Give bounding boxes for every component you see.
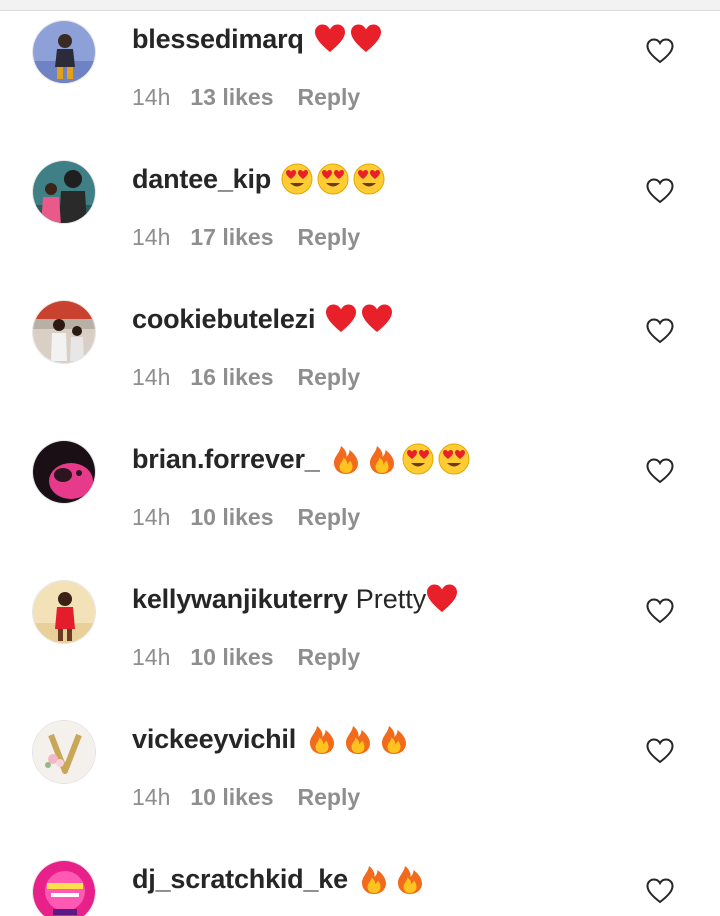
like-heart-icon[interactable] — [646, 738, 674, 764]
comment-emojis — [330, 443, 470, 475]
comment-username[interactable]: dj_scratchkid_ke — [132, 864, 348, 895]
reply-button[interactable]: Reply — [298, 84, 361, 111]
comment-username[interactable]: vickeeyvichil — [132, 724, 296, 755]
like-heart-icon[interactable] — [646, 878, 674, 904]
red-heart-icon — [314, 23, 346, 55]
comment-item: kellywanjikuterry Pretty 14h 10 likes Re… — [0, 560, 720, 700]
heart-eyes-icon — [353, 163, 385, 195]
fire-icon — [394, 863, 426, 895]
comment-username[interactable]: dantee_kip — [132, 164, 271, 195]
fire-icon — [306, 723, 338, 755]
comment-item: blessedimarq 14h 13 likes Reply — [0, 0, 720, 140]
comment-emojis — [281, 163, 385, 195]
reply-button[interactable]: Reply — [298, 224, 361, 251]
fire-icon — [378, 723, 410, 755]
fire-icon — [330, 443, 362, 475]
reply-button[interactable]: Reply — [298, 364, 361, 391]
avatar[interactable] — [32, 860, 96, 916]
comment-time: 14h — [132, 224, 171, 250]
reply-button[interactable]: Reply — [298, 504, 361, 531]
avatar[interactable] — [32, 160, 96, 224]
fire-icon — [366, 443, 398, 475]
comment-time: 14h — [132, 644, 171, 670]
like-heart-icon[interactable] — [646, 458, 674, 484]
avatar[interactable] — [32, 580, 96, 644]
red-heart-icon — [325, 303, 357, 335]
comment-time: 14h — [132, 504, 171, 530]
comment-emojis — [314, 23, 382, 55]
comment-likes[interactable]: 16 likes — [190, 364, 273, 391]
heart-eyes-icon — [281, 163, 313, 195]
heart-eyes-icon — [317, 163, 349, 195]
red-heart-icon — [426, 583, 458, 615]
avatar[interactable] — [32, 20, 96, 84]
comment-username[interactable]: kellywanjikuterry — [132, 584, 348, 615]
like-heart-icon[interactable] — [646, 178, 674, 204]
fire-icon — [358, 863, 390, 895]
fire-icon — [342, 723, 374, 755]
comment-time: 14h — [132, 364, 171, 390]
heart-eyes-icon — [438, 443, 470, 475]
comment-likes[interactable]: 10 likes — [190, 784, 273, 811]
comment-time: 14h — [132, 84, 171, 110]
comment-likes[interactable]: 10 likes — [190, 644, 273, 671]
red-heart-icon — [350, 23, 382, 55]
comment-text: Pretty — [355, 583, 427, 614]
comment-username[interactable]: cookiebutelezi — [132, 304, 315, 335]
comment-username[interactable]: brian.forrever_ — [132, 444, 320, 475]
like-heart-icon[interactable] — [646, 318, 674, 344]
avatar[interactable] — [32, 720, 96, 784]
comment-emojis — [426, 583, 458, 615]
red-heart-icon — [361, 303, 393, 335]
comment-likes[interactable]: 17 likes — [190, 224, 273, 251]
avatar[interactable] — [32, 300, 96, 364]
comment-username[interactable]: blessedimarq — [132, 24, 304, 55]
comment-item: cookiebutelezi 14h 16 likes Reply — [0, 280, 720, 420]
comment-time: 14h — [132, 784, 171, 810]
reply-button[interactable]: Reply — [298, 644, 361, 671]
comment-emojis — [325, 303, 393, 335]
avatar[interactable] — [32, 440, 96, 504]
comment-item: vickeeyvichil 14h 10 likes Reply — [0, 700, 720, 840]
comment-emojis — [306, 723, 410, 755]
comment-item: brian.forrever_ 14h 10 likes Reply — [0, 420, 720, 560]
like-heart-icon[interactable] — [646, 598, 674, 624]
heart-eyes-icon — [402, 443, 434, 475]
comment-item: dantee_kip 14h 17 likes Reply — [0, 140, 720, 280]
comment-likes[interactable]: 13 likes — [190, 84, 273, 111]
like-heart-icon[interactable] — [646, 38, 674, 64]
comment-item: dj_scratchkid_ke — [0, 840, 720, 916]
comment-likes[interactable]: 10 likes — [190, 504, 273, 531]
reply-button[interactable]: Reply — [298, 784, 361, 811]
comment-emojis — [358, 863, 426, 895]
